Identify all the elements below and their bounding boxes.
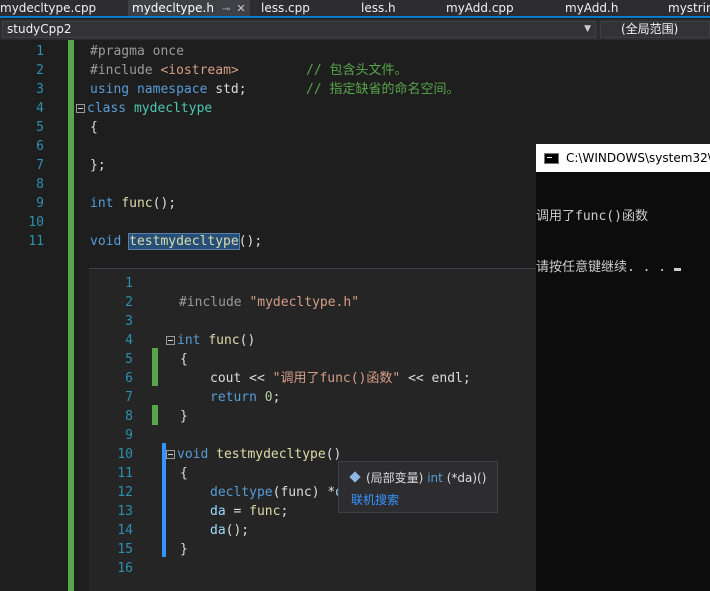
code-line: { — [180, 466, 188, 481]
tab-mydecltype-cpp[interactable]: mydecltype.cpp — [0, 0, 96, 16]
document-tab-strip: mydecltype.cpp mydecltype.h ⊸ ✕ less.cpp l… — [0, 0, 710, 18]
line-number: 5 — [125, 352, 133, 367]
peek-definition-window[interactable]: 1 2 3 4 5 6 7 8 9 10 11 12 13 14 15 16 #… — [89, 268, 536, 591]
line-number: 9 — [36, 196, 44, 211]
tab-less-h[interactable]: less.h — [361, 0, 396, 16]
local-variable-icon — [349, 471, 361, 483]
line-number: 2 — [125, 295, 133, 310]
line-number: 10 — [117, 447, 133, 462]
selected-identifier[interactable]: testmydecltype — [128, 233, 240, 250]
code-line: int func(); — [90, 196, 177, 211]
change-indicator-bar — [68, 221, 74, 591]
code-line: da(); — [210, 523, 250, 538]
online-search-link[interactable]: 联机搜索 — [351, 491, 399, 508]
collapse-icon[interactable] — [76, 104, 85, 113]
console-icon — [544, 153, 559, 164]
code-line: #include <iostream>// 包含头文件。 — [90, 63, 408, 78]
line-number: 1 — [125, 276, 133, 291]
code-line: } — [180, 542, 188, 557]
code-line: #include "mydecltype.h" — [179, 295, 360, 310]
change-indicator-bar — [152, 405, 158, 425]
code-line: } — [180, 409, 188, 424]
tab-mydecltype-h[interactable]: mydecltype.h ⊸ ✕ — [128, 0, 250, 16]
line-number: 4 — [36, 101, 44, 116]
collapse-icon[interactable] — [166, 450, 175, 459]
tab-mystring[interactable]: mystrin — [668, 0, 710, 16]
line-number: 9 — [125, 428, 133, 443]
scope-dropdown[interactable]: (全局范围) — [600, 21, 710, 38]
collapse-icon[interactable] — [166, 336, 175, 345]
text-cursor — [673, 268, 681, 271]
line-number: 10 — [28, 215, 44, 230]
code-line: void testmydecltype(); — [90, 233, 263, 250]
code-line: return 0; — [210, 390, 281, 405]
change-indicator-bar — [152, 348, 158, 386]
line-number: 13 — [117, 504, 133, 519]
quick-info-tooltip: (局部变量) int (*da)() 联机搜索 — [338, 461, 498, 513]
line-number: 2 — [36, 63, 44, 78]
tab-less-cpp[interactable]: less.cpp — [261, 0, 310, 16]
line-number: 1 — [36, 44, 44, 59]
line-number: 7 — [36, 158, 44, 173]
code-line: cout << "调用了func()函数" << endl; — [210, 371, 471, 386]
code-line: void testmydecltype() — [166, 445, 341, 464]
project-dropdown[interactable]: studyCpp2 ▼ — [2, 21, 596, 38]
line-number: 8 — [125, 409, 133, 424]
pin-icon[interactable]: ⊸ — [222, 2, 230, 18]
code-line: { — [180, 352, 188, 367]
code-line: { — [90, 120, 98, 135]
line-number: 5 — [36, 120, 44, 135]
code-line: class mydecltype — [76, 99, 212, 118]
line-number: 8 — [36, 177, 44, 192]
change-indicator-bar — [68, 40, 74, 221]
code-line: decltype(func) *da; — [210, 485, 359, 500]
code-line: using namespace std;// 指定缺省的命名空间。 — [90, 82, 460, 97]
navigation-bar: studyCpp2 ▼ (全局范围) — [0, 19, 710, 40]
line-number: 4 — [125, 333, 133, 348]
code-line: int func() — [166, 331, 255, 350]
code-line: da = func; — [210, 504, 289, 519]
console-window[interactable]: C:\WINDOWS\system32\ 调用了func()函数 请按任意键继续… — [536, 144, 710, 591]
tab-myadd-cpp[interactable]: myAdd.cpp — [446, 0, 514, 16]
line-number: 16 — [117, 561, 133, 576]
line-number: 3 — [125, 314, 133, 329]
code-line: }; — [90, 158, 106, 173]
line-number: 12 — [117, 485, 133, 500]
tab-myadd-h[interactable]: myAdd.h — [565, 0, 618, 16]
line-number: 11 — [117, 466, 133, 481]
line-number: 6 — [125, 371, 133, 386]
line-number: 3 — [36, 82, 44, 97]
chevron-down-icon: ▼ — [584, 24, 591, 34]
code-line: #pragma once — [90, 44, 184, 59]
line-number: 11 — [28, 234, 44, 249]
line-number: 14 — [117, 523, 133, 538]
line-number: 6 — [36, 139, 44, 154]
console-output: 调用了func()函数 请按任意键继续. . . — [536, 174, 710, 310]
console-title-bar[interactable]: C:\WINDOWS\system32\ — [536, 144, 710, 172]
line-number: 15 — [117, 542, 133, 557]
line-number: 7 — [125, 390, 133, 405]
close-icon[interactable]: ✕ — [236, 1, 245, 17]
